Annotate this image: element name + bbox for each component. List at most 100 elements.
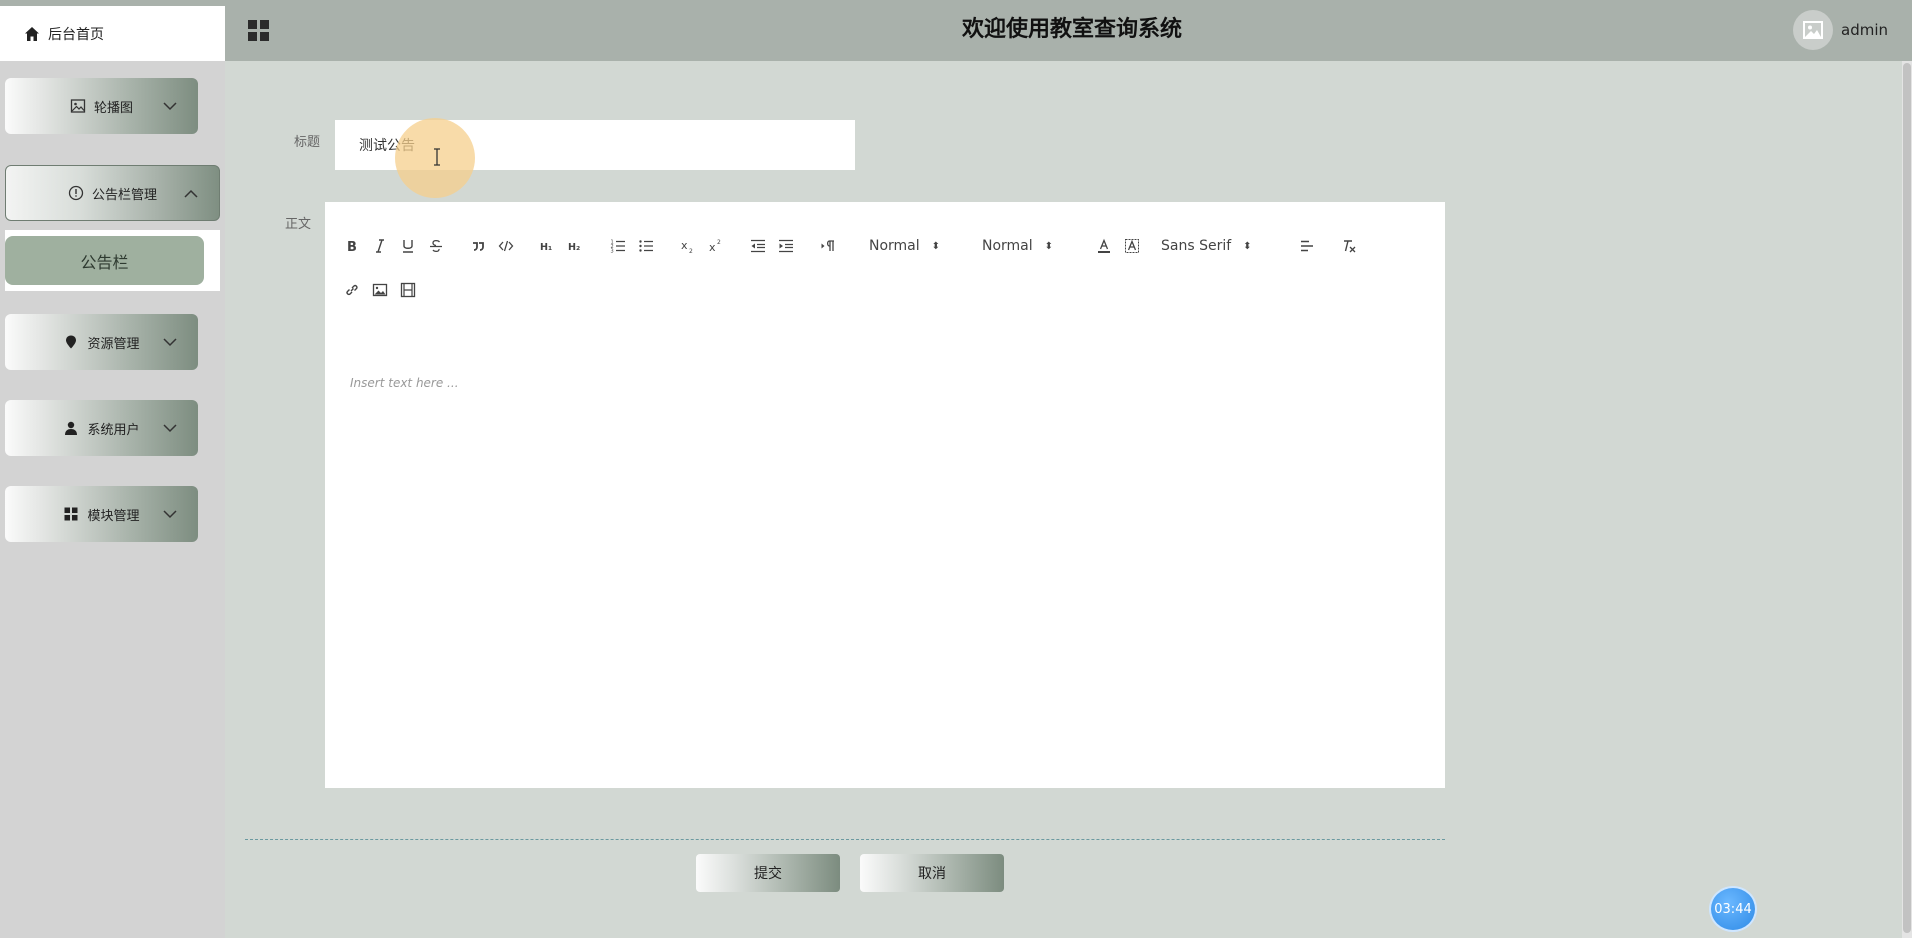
background-color-button[interactable] — [1119, 234, 1145, 258]
text-color-button[interactable] — [1091, 234, 1117, 258]
form-divider — [245, 839, 1445, 840]
svg-text:2: 2 — [689, 248, 693, 254]
font-picker-value: Sans Serif — [1161, 238, 1232, 254]
size-picker[interactable]: Normal ⬍ — [982, 234, 1077, 258]
indent-icon — [779, 239, 793, 253]
bold-button[interactable]: B — [339, 234, 365, 258]
sidebar-item-label: 资源管理 — [87, 336, 140, 352]
image-icon — [372, 283, 388, 297]
image-placeholder-icon — [1803, 21, 1823, 39]
indent-button[interactable] — [773, 234, 799, 258]
ordered-list-icon: 123 — [611, 240, 625, 255]
bold-icon: B — [347, 240, 357, 254]
superscript-icon: x2 — [709, 239, 721, 254]
size-picker-value: Normal — [982, 238, 1033, 254]
editor-placeholder: Insert text here ... — [350, 376, 459, 390]
info-circle-icon — [68, 185, 84, 201]
svg-text:3: 3 — [611, 249, 614, 255]
code-icon — [498, 240, 514, 252]
chevron-down-icon — [163, 510, 177, 519]
submit-button[interactable]: 提交 — [696, 854, 840, 892]
sidebar-item-label: 模块管理 — [87, 508, 140, 524]
font-picker[interactable]: Sans Serif ⬍ — [1161, 234, 1271, 258]
blockquote-button[interactable] — [465, 234, 491, 258]
chevron-down-icon — [163, 338, 177, 347]
grid-menu-icon[interactable] — [246, 18, 272, 44]
svg-text:H₂: H₂ — [568, 242, 580, 253]
top-header: 后台首页 欢迎使用教室查询系统 admin — [0, 0, 1912, 61]
home-tab[interactable]: 后台首页 — [0, 6, 225, 61]
sidebar-item-label: 系统用户 — [87, 422, 140, 438]
insert-image-button[interactable] — [367, 278, 393, 302]
link-button[interactable] — [339, 278, 365, 302]
strikethrough-icon — [430, 239, 442, 253]
page-title: 欢迎使用教室查询系统 — [961, 17, 1182, 42]
h2-icon: H₂ — [568, 242, 580, 253]
subscript-button[interactable]: x2 — [675, 234, 701, 258]
strike-button[interactable] — [423, 234, 449, 258]
ordered-list-button[interactable]: 123 — [605, 234, 631, 258]
sidebar-item-label: 公告栏管理 — [91, 187, 157, 203]
align-button[interactable] — [1294, 234, 1320, 258]
chevron-down-icon — [163, 102, 177, 111]
bullet-list-icon — [639, 240, 653, 252]
clear-format-icon — [1344, 240, 1356, 253]
svg-text:B: B — [347, 240, 357, 254]
picture-icon — [70, 99, 86, 113]
user-menu[interactable]: admin — [1793, 10, 1888, 50]
insert-video-button[interactable] — [395, 278, 421, 302]
updown-arrow-icon: ⬍ — [1044, 240, 1054, 252]
sidebar-item-module-management[interactable]: 模块管理 — [5, 486, 198, 542]
header-picker[interactable]: Normal ⬍ — [869, 234, 964, 258]
header-picker-value: Normal — [869, 238, 920, 254]
superscript-button[interactable]: x2 — [703, 234, 729, 258]
chevron-down-icon — [163, 424, 177, 433]
text-direction-button[interactable] — [815, 234, 841, 258]
bullet-list-button[interactable] — [633, 234, 659, 258]
svg-text:x: x — [709, 241, 716, 254]
sidebar: 轮播图 公告栏管理 公告栏 资源管理 系统用户 模块管理 — [0, 61, 225, 938]
cancel-button[interactable]: 取消 — [860, 854, 1004, 892]
header1-button[interactable]: H₁ — [535, 234, 561, 258]
rich-text-editor[interactable]: B H₁ H₂ 123 x 2 x 2 Normal ⬍ Normal ⬍ Sa… — [325, 202, 1445, 788]
submenu-item-notice-board[interactable]: 公告栏 — [5, 236, 204, 285]
underline-icon — [403, 240, 413, 253]
updown-arrow-icon: ⬍ — [931, 240, 941, 252]
title-label: 标题 — [294, 135, 321, 150]
timer-badge[interactable]: 03:44 — [1709, 886, 1757, 932]
code-block-button[interactable] — [493, 234, 519, 258]
sidebar-item-resources[interactable]: 资源管理 — [5, 314, 198, 370]
video-icon — [400, 282, 416, 298]
grid-icon — [64, 507, 78, 521]
underline-button[interactable] — [395, 234, 421, 258]
sidebar-item-carousel[interactable]: 轮播图 — [5, 78, 198, 134]
link-icon — [346, 284, 358, 296]
chevron-up-icon — [184, 189, 198, 198]
svg-text:2: 2 — [717, 239, 721, 246]
outdent-icon — [751, 239, 765, 253]
text-color-icon — [1098, 238, 1110, 253]
avatar[interactable] — [1793, 10, 1833, 50]
subscript-icon: x2 — [681, 239, 693, 254]
svg-text:H₁: H₁ — [540, 242, 552, 253]
updown-arrow-icon: ⬍ — [1243, 240, 1252, 252]
italic-button[interactable] — [367, 234, 393, 258]
title-input[interactable] — [335, 120, 855, 170]
sidebar-item-notice-management[interactable]: 公告栏管理 — [5, 165, 220, 221]
body-label: 正文 — [285, 217, 312, 232]
scrollbar-thumb[interactable] — [1903, 63, 1911, 933]
clear-format-button[interactable] — [1336, 234, 1362, 258]
header2-button[interactable]: H₂ — [563, 234, 589, 258]
submenu-notice: 公告栏 — [5, 230, 220, 291]
home-tab-label: 后台首页 — [48, 26, 104, 43]
outdent-button[interactable] — [745, 234, 771, 258]
username: admin — [1841, 21, 1888, 39]
sidebar-item-label: 轮播图 — [93, 100, 133, 116]
vertical-scrollbar[interactable] — [1902, 61, 1912, 938]
home-icon — [25, 26, 39, 41]
background-color-icon — [1125, 239, 1139, 253]
rtl-direction-icon — [821, 240, 834, 251]
align-left-icon — [1301, 240, 1313, 252]
quote-icon — [473, 242, 484, 251]
sidebar-item-system-users[interactable]: 系统用户 — [5, 400, 198, 456]
